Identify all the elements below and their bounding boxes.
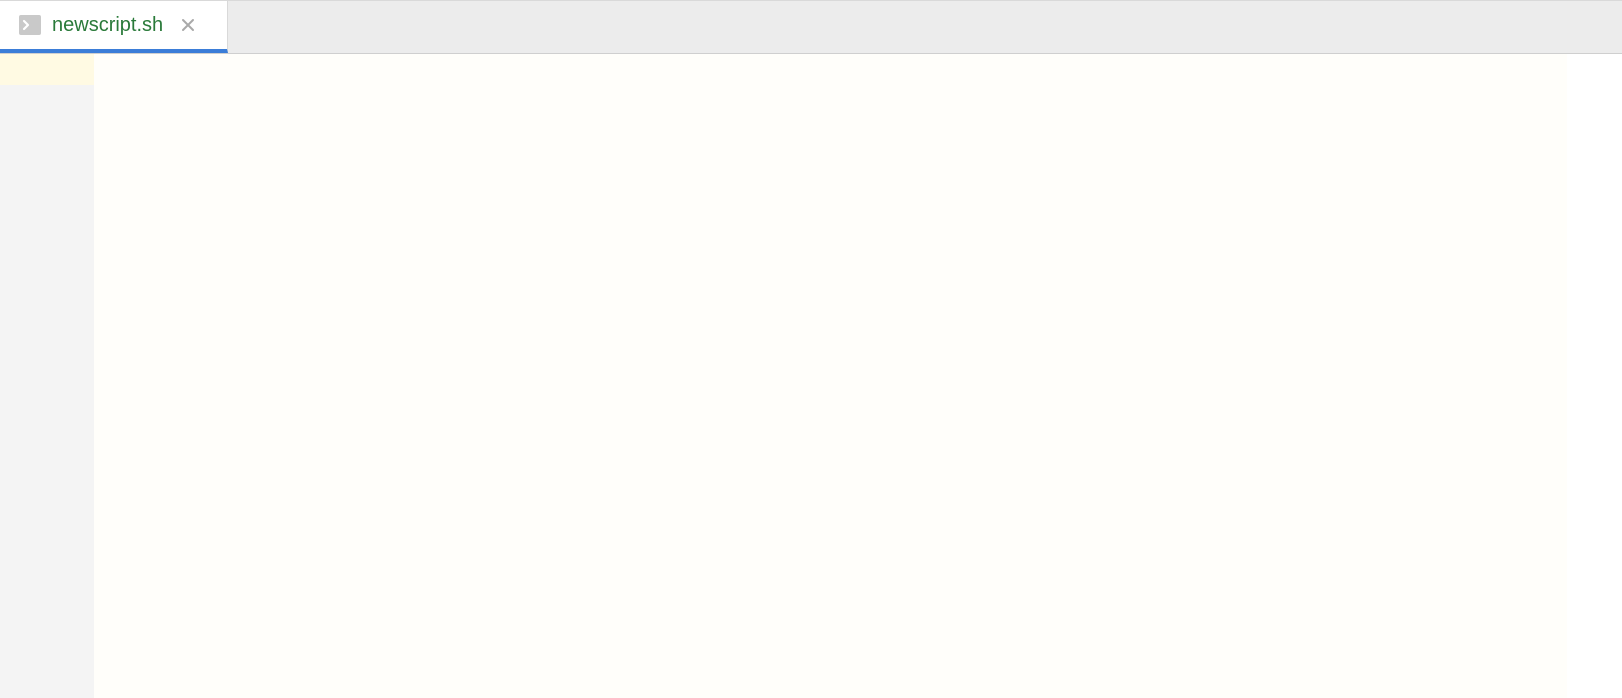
close-tab-icon[interactable]	[179, 16, 197, 34]
gutter[interactable]	[0, 54, 94, 698]
tab-filename: newscript.sh	[52, 14, 163, 37]
code-editor[interactable]	[94, 54, 1567, 698]
editor-area	[0, 54, 1622, 698]
tab-newscript[interactable]: newscript.sh	[0, 1, 228, 53]
gutter-current-line-highlight	[0, 54, 94, 85]
tab-bar: newscript.sh	[0, 1, 1622, 54]
editor-window: newscript.sh	[0, 0, 1622, 698]
shell-file-icon	[18, 13, 42, 37]
right-gutter	[1567, 54, 1622, 698]
